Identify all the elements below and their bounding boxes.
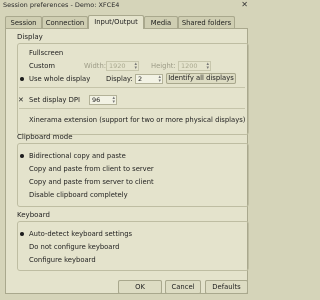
clipboard-radio-indicator bbox=[19, 179, 25, 185]
keyboard-radio-indicator bbox=[19, 231, 25, 237]
tab-shared-folders[interactable]: Shared folders bbox=[178, 16, 235, 28]
height-spin-icon[interactable]: ▴ ▾ bbox=[206, 62, 209, 71]
tab-input-output[interactable]: Input/Output bbox=[88, 15, 144, 29]
display-number-value: 2 bbox=[138, 75, 143, 83]
close-icon[interactable]: ✕ bbox=[241, 0, 248, 9]
height-input[interactable]: 1200 ▴ ▾ bbox=[178, 61, 211, 71]
tab-connection[interactable]: Connection bbox=[42, 16, 88, 28]
height-label: Height: bbox=[151, 62, 176, 70]
display-separator bbox=[19, 87, 245, 88]
custom-label: Custom bbox=[29, 62, 56, 70]
defaults-button[interactable]: Defaults bbox=[205, 280, 248, 294]
window-title: Session preferences - Demo: XFCE4 bbox=[3, 1, 120, 9]
keyboard-option-label: Do not configure keyboard bbox=[29, 243, 120, 251]
clipboard-radio-indicator bbox=[19, 192, 25, 198]
clipboard-radio-indicator bbox=[19, 166, 25, 172]
fullscreen-label: Fullscreen bbox=[29, 49, 64, 57]
keyboard-radio-indicator bbox=[19, 244, 25, 250]
dpi-input[interactable]: 96 ▴ ▾ bbox=[89, 95, 117, 105]
display-section-title: Display bbox=[17, 33, 43, 41]
clipboard-option-label: Disable clipboard completely bbox=[29, 191, 128, 199]
dpi-value: 96 bbox=[92, 96, 101, 104]
dpi-spin-icon[interactable]: ▴ ▾ bbox=[112, 96, 115, 105]
width-label: Width: bbox=[84, 62, 107, 70]
cancel-button[interactable]: Cancel bbox=[165, 280, 201, 294]
clipboard-radio-indicator bbox=[19, 153, 25, 159]
identify-displays-button[interactable]: Identify all displays bbox=[166, 73, 236, 84]
height-value: 1200 bbox=[181, 62, 198, 70]
xinerama-checkbox-indicator bbox=[19, 117, 25, 123]
xinerama-label: Xinerama extension (support for two or m… bbox=[29, 116, 246, 124]
ok-button[interactable]: OK bbox=[118, 280, 162, 294]
fullscreen-radio-indicator bbox=[19, 50, 25, 56]
use-whole-display-radio-indicator bbox=[19, 76, 25, 82]
clipboard-option-label: Bidirectional copy and paste bbox=[29, 152, 126, 160]
tab-bar: Session Connection Input/Output Media Sh… bbox=[5, 15, 248, 29]
tab-panel: Display Fullscreen Custom Width: 1920 ▴ ▾… bbox=[5, 28, 249, 294]
width-value: 1920 bbox=[109, 62, 126, 70]
clipboard-option-label: Copy and paste from server to client bbox=[29, 178, 154, 186]
use-whole-display-label: Use whole display bbox=[29, 75, 91, 83]
display-number-input[interactable]: 2 ▴ ▾ bbox=[135, 74, 163, 84]
clipboard-option-label: Copy and paste from client to server bbox=[29, 165, 154, 173]
title-bar: Session preferences - Demo: XFCE4 ✕ bbox=[0, 0, 253, 10]
tab-session[interactable]: Session bbox=[5, 16, 42, 28]
set-dpi-checkbox-indicator bbox=[18, 95, 25, 105]
display-number-label: Display: bbox=[106, 75, 133, 83]
dpi-separator bbox=[19, 108, 245, 109]
set-dpi-label: Set display DPI bbox=[29, 96, 80, 104]
tab-media[interactable]: Media bbox=[144, 16, 178, 28]
custom-radio-indicator bbox=[19, 63, 25, 69]
width-spin-icon[interactable]: ▴ ▾ bbox=[134, 62, 137, 71]
keyboard-option-label: Configure keyboard bbox=[29, 256, 96, 264]
keyboard-section-title: Keyboard bbox=[17, 211, 50, 219]
width-input[interactable]: 1920 ▴ ▾ bbox=[106, 61, 139, 71]
keyboard-option-label: Auto-detect keyboard settings bbox=[29, 230, 133, 238]
keyboard-radio-indicator bbox=[19, 257, 25, 263]
clipboard-section-title: Clipboard mode bbox=[17, 133, 73, 141]
display-spin-icon[interactable]: ▴ ▾ bbox=[158, 75, 161, 84]
